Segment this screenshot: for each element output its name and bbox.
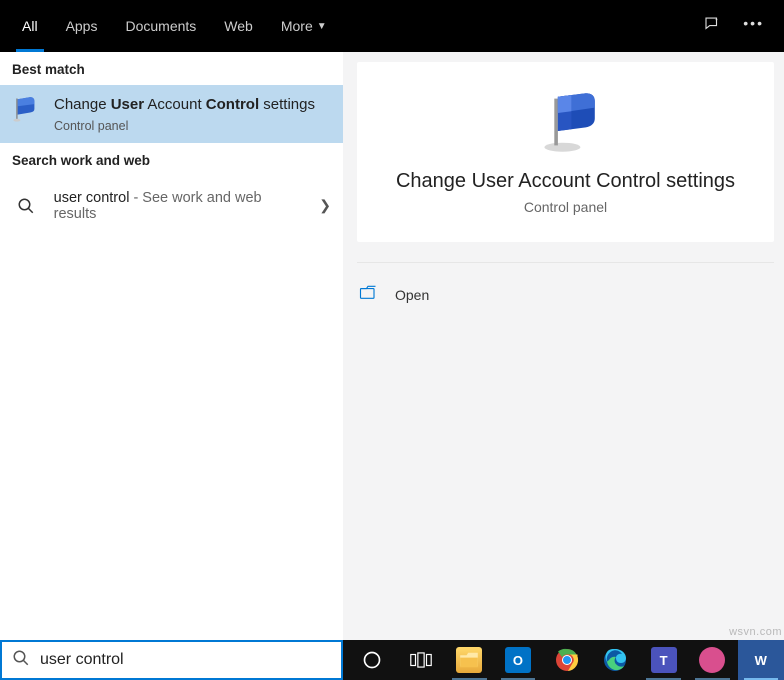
task-view-button[interactable] bbox=[398, 640, 445, 680]
feedback-icon[interactable] bbox=[703, 15, 721, 38]
cortana-button[interactable] bbox=[349, 640, 396, 680]
preview-card: Change User Account Control settings Con… bbox=[357, 62, 774, 242]
section-search-web: Search work and web bbox=[0, 143, 343, 176]
best-match-text: Change User Account Control settings Con… bbox=[54, 95, 331, 133]
taskbar-outlook[interactable]: O bbox=[495, 640, 542, 680]
taskbar-teams[interactable]: T bbox=[640, 640, 687, 680]
more-options-icon[interactable]: ••• bbox=[743, 15, 764, 38]
search-input[interactable] bbox=[40, 651, 331, 669]
results-panel: Best match Change User Account Control s… bbox=[0, 52, 343, 640]
tab-documents[interactable]: Documents bbox=[111, 0, 210, 52]
topbar-actions: ••• bbox=[703, 15, 776, 38]
web-query: user control bbox=[54, 190, 130, 206]
chevron-right-icon: ❯ bbox=[319, 197, 331, 214]
taskbar-chrome[interactable] bbox=[543, 640, 590, 680]
open-icon bbox=[359, 285, 379, 304]
best-match-subtitle: Control panel bbox=[54, 119, 331, 133]
taskbar-word[interactable]: W bbox=[738, 640, 784, 680]
preview-subtitle: Control panel bbox=[377, 199, 754, 215]
taskbar-edge[interactable] bbox=[592, 640, 639, 680]
taskbar: O T W bbox=[343, 640, 784, 680]
best-match-item[interactable]: Change User Account Control settings Con… bbox=[0, 85, 343, 143]
search-filter-bar: All Apps Documents Web More ▼ ••• bbox=[0, 0, 784, 52]
taskbar-file-explorer[interactable] bbox=[446, 640, 493, 680]
search-icon bbox=[12, 649, 30, 672]
preview-actions: Open bbox=[357, 279, 774, 310]
watermark: wsvn.com bbox=[729, 626, 782, 638]
search-box[interactable] bbox=[0, 640, 343, 680]
tab-more[interactable]: More ▼ bbox=[267, 0, 341, 52]
web-search-item[interactable]: user control - See work and web results … bbox=[0, 176, 343, 236]
preview-panel: Change User Account Control settings Con… bbox=[343, 52, 784, 640]
taskbar-snip[interactable] bbox=[689, 640, 736, 680]
search-icon bbox=[12, 197, 40, 215]
open-label: Open bbox=[395, 287, 429, 303]
tab-all[interactable]: All bbox=[8, 0, 52, 52]
divider bbox=[357, 262, 774, 263]
tab-web[interactable]: Web bbox=[210, 0, 267, 52]
uac-flag-icon bbox=[12, 95, 40, 128]
section-best-match: Best match bbox=[0, 52, 343, 85]
tab-more-label: More bbox=[281, 18, 313, 34]
uac-flag-icon-large bbox=[377, 88, 754, 156]
preview-title: Change User Account Control settings bbox=[377, 170, 754, 193]
chevron-down-icon: ▼ bbox=[317, 21, 327, 32]
tab-apps[interactable]: Apps bbox=[52, 0, 112, 52]
open-action[interactable]: Open bbox=[357, 279, 774, 310]
filter-tabs: All Apps Documents Web More ▼ bbox=[8, 0, 341, 52]
